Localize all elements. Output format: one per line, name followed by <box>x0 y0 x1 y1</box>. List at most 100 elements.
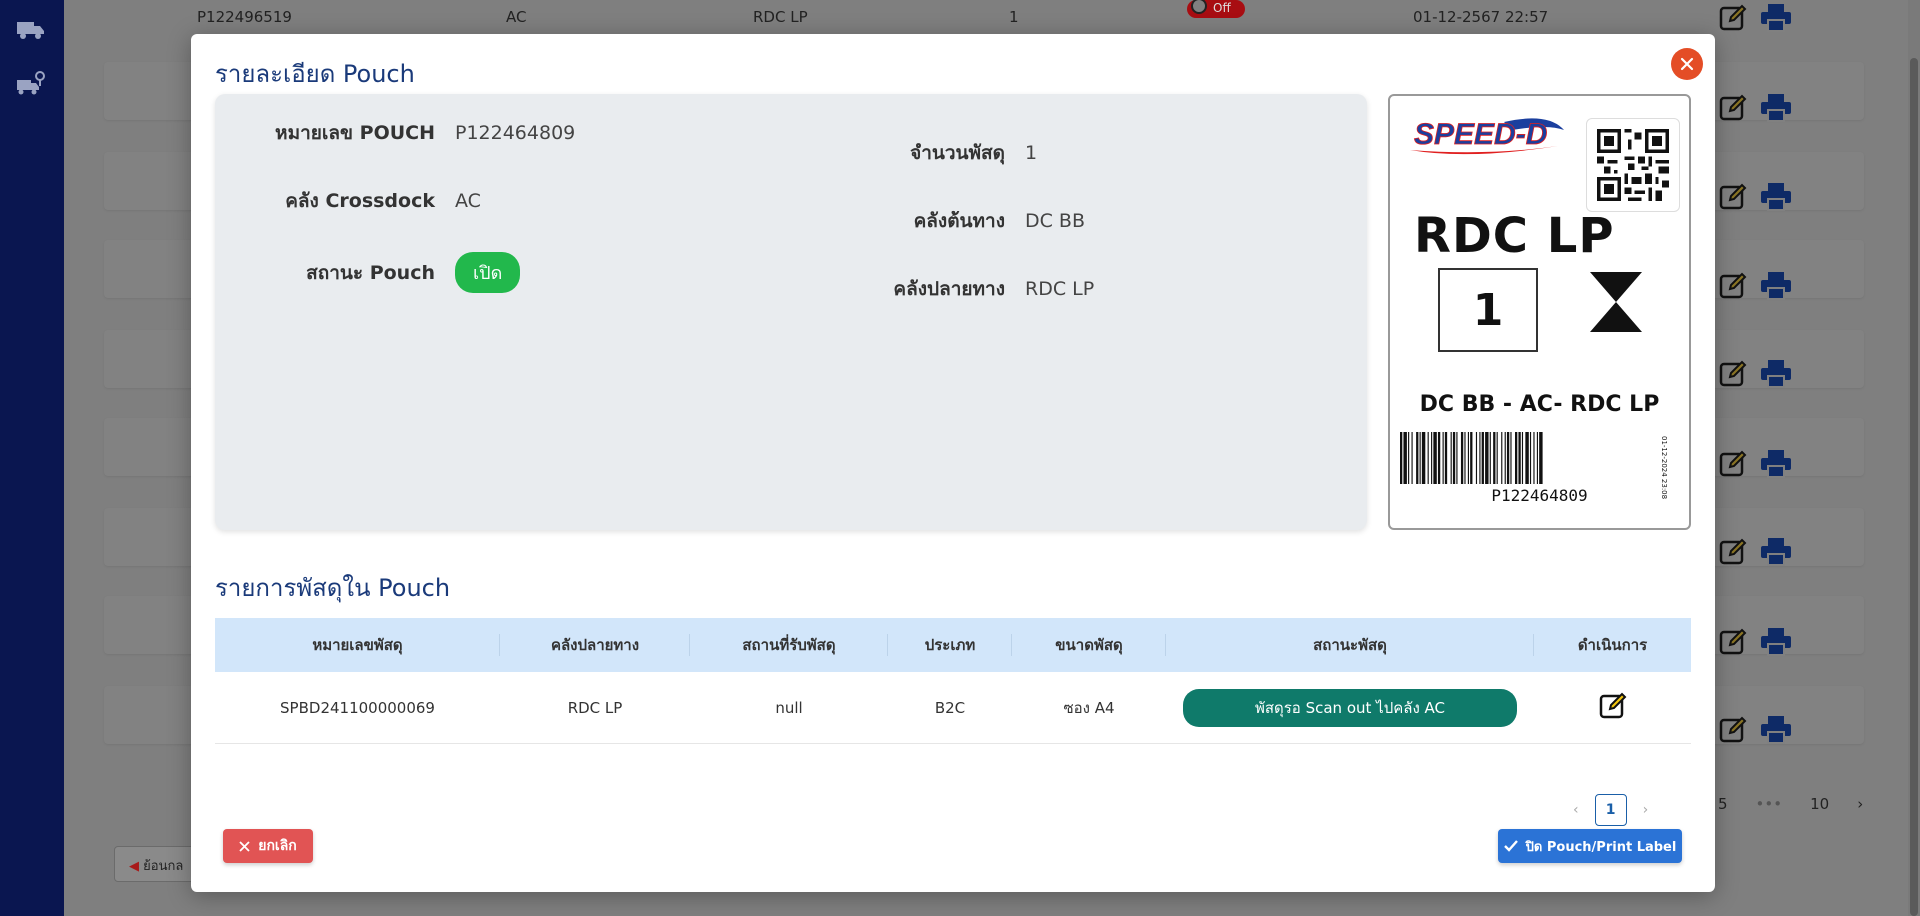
bg-back-label: ย้อนกล <box>143 859 184 874</box>
parcel-count-label: จำนวนพัสดุ <box>910 142 1005 164</box>
edit-icon <box>1599 692 1626 718</box>
pouch-detail-modal: รายละเอียด Pouch หมายเลข POUCH P12246480… <box>191 34 1715 892</box>
barcode-bar <box>1464 432 1466 484</box>
edit-icon[interactable] <box>1718 3 1748 37</box>
bg-page-5[interactable]: 5 <box>1718 795 1728 813</box>
barcode-bar <box>1501 432 1503 484</box>
cell-status: พัสดุรอ Scan out ไปคลัง AC <box>1166 672 1534 743</box>
barcode-bar <box>1431 432 1433 484</box>
print-icon[interactable] <box>1760 182 1792 216</box>
bg-row-action-group <box>1718 2 1798 38</box>
barcode-bar <box>1427 432 1429 484</box>
barcode-bar <box>1403 432 1407 484</box>
edit-icon[interactable] <box>1718 537 1748 571</box>
barcode-bar <box>1467 432 1469 484</box>
print-icon[interactable] <box>1760 627 1792 661</box>
scrollbar-thumb[interactable] <box>1910 58 1918 916</box>
barcode-bar <box>1400 432 1403 484</box>
print-icon[interactable] <box>1760 3 1792 37</box>
col-actions: ดำเนินการ <box>1577 636 1648 654</box>
bg-row-action-group <box>1718 181 1798 217</box>
close-pouch-print-button[interactable]: ปิด Pouch/Print Label <box>1498 829 1682 863</box>
parcel-pagination: ‹ 1 › <box>1573 794 1648 826</box>
barcode <box>1400 432 1543 484</box>
destination-label: คลังปลายทาง <box>893 278 1005 300</box>
barcode-bar <box>1450 432 1452 484</box>
bg-row-action-group <box>1718 358 1798 394</box>
print-icon[interactable] <box>1760 449 1792 483</box>
bg-row-action-group <box>1718 714 1798 750</box>
edit-icon[interactable] <box>1718 271 1748 305</box>
table-header: หมายเลขพัสดุ คลังปลายทาง สถานที่รับพัสดุ… <box>215 618 1691 672</box>
pouch-no-label: หมายเลข POUCH <box>275 122 435 144</box>
pouch-no-value: P122464809 <box>455 122 576 144</box>
edit-icon[interactable] <box>1718 715 1748 749</box>
bg-status-toggle[interactable]: Off <box>1187 0 1245 18</box>
edit-icon[interactable] <box>1718 182 1748 216</box>
barcode-bar <box>1442 432 1444 484</box>
caret-left-icon: ◀ <box>129 859 144 874</box>
col-status: สถานะพัสดุ <box>1166 618 1534 672</box>
origin-label: คลังต้นทาง <box>913 210 1005 232</box>
crossdock-label: คลัง Crossdock <box>285 190 435 212</box>
cell-size: ซอง A4 <box>1063 698 1115 717</box>
speed-d-logo: SPEED-D <box>1410 118 1564 155</box>
col-tracking: หมายเลขพัสดุ <box>215 618 500 672</box>
bg-pagination: 5 ••• 10 › <box>1718 795 1863 813</box>
bg-row-action-group <box>1718 92 1798 128</box>
cancel-button[interactable]: ยกเลิก <box>223 829 313 863</box>
barcode-bar <box>1504 432 1506 484</box>
modal-title: รายละเอียด Pouch <box>215 60 415 88</box>
bg-page-ellipsis[interactable]: ••• <box>1756 795 1783 813</box>
pager-prev[interactable]: ‹ <box>1573 802 1579 818</box>
bg-row-action-group <box>1718 626 1798 662</box>
bg-datetime: 01-12-2567 22:57 <box>1413 8 1549 26</box>
parcel-table: หมายเลขพัสดุ คลังปลายทาง สถานที่รับพัสดุ… <box>215 618 1691 744</box>
print-icon[interactable] <box>1760 271 1792 305</box>
bg-page-next[interactable]: › <box>1857 795 1863 813</box>
sidebar <box>0 0 64 916</box>
edit-button[interactable] <box>1598 691 1628 725</box>
background-top-row: P122496519 AC RDC LP 1 01-12-2567 22:57 <box>104 0 1864 30</box>
label-code: P122464809 <box>1491 486 1588 505</box>
toggle-knob <box>1191 0 1207 14</box>
barcode-bar <box>1419 432 1421 484</box>
bg-page-10[interactable]: 10 <box>1810 795 1829 813</box>
parcel-count-value: 1 <box>1025 142 1038 164</box>
scrollbar[interactable] <box>1908 0 1920 916</box>
barcode-bar <box>1421 432 1426 484</box>
print-icon[interactable] <box>1760 359 1792 393</box>
barcode-bar <box>1444 432 1448 484</box>
barcode-bar <box>1536 432 1538 484</box>
barcode-bar <box>1433 432 1437 484</box>
close-button[interactable] <box>1671 48 1703 80</box>
status-label: สถานะ Pouch <box>306 261 435 284</box>
edit-icon[interactable] <box>1718 627 1748 661</box>
barcode-bar <box>1470 432 1473 484</box>
cancel-label: ยกเลิก <box>258 838 297 854</box>
col-destination: คลังปลายทาง <box>500 618 690 672</box>
print-icon[interactable] <box>1760 93 1792 127</box>
delivery-route-icon[interactable] <box>14 70 48 98</box>
pager-current[interactable]: 1 <box>1594 794 1627 826</box>
destination-value: RDC LP <box>1025 278 1095 300</box>
qr-code <box>1586 118 1680 212</box>
bg-row-action-group <box>1718 448 1798 484</box>
logo-text: SPEED-D <box>1414 118 1547 151</box>
barcode-bar <box>1496 432 1498 484</box>
print-icon[interactable] <box>1760 715 1792 749</box>
truck-icon[interactable] <box>14 16 48 44</box>
barcode-bar <box>1460 432 1464 484</box>
edit-icon[interactable] <box>1718 359 1748 393</box>
pager-next[interactable]: › <box>1643 802 1649 818</box>
origin-value: DC BB <box>1025 210 1086 232</box>
close-icon <box>239 840 250 852</box>
edit-icon[interactable] <box>1718 93 1748 127</box>
barcode-bar <box>1408 432 1410 484</box>
print-icon[interactable] <box>1760 537 1792 571</box>
edit-icon[interactable] <box>1718 449 1748 483</box>
pouch-detail-card: หมายเลข POUCH P122464809 คลัง Crossdock … <box>215 94 1367 530</box>
label-count: 1 <box>1438 268 1538 352</box>
barcode-bar <box>1518 432 1521 484</box>
barcode-bar <box>1521 432 1524 484</box>
